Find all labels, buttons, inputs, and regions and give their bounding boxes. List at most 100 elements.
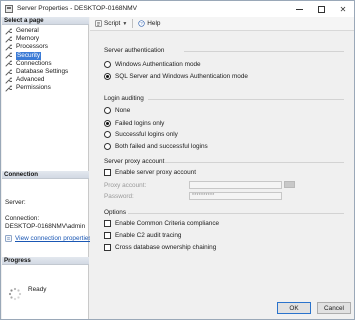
checkbox-label: Cross database ownership chaining	[115, 243, 217, 251]
page-item-advanced[interactable]: Advanced	[2, 76, 89, 84]
page-item-processors[interactable]: Processors	[2, 43, 89, 51]
checkbox-indicator	[104, 243, 111, 251]
section-divider	[164, 162, 344, 163]
view-connection-properties-link[interactable]: View connection properties	[5, 235, 92, 242]
window-title: Server Properties - DESKTOP-0168NMV	[17, 5, 138, 12]
radio-indicator	[104, 72, 111, 80]
chevron-down-icon: ▼	[122, 20, 128, 27]
properties-icon	[5, 235, 12, 242]
maximize-icon	[317, 5, 325, 13]
password-label: Password:	[104, 193, 134, 200]
script-button[interactable]: Script ▼	[95, 20, 129, 27]
progress-status: Ready	[28, 286, 47, 293]
progress-header: Progress	[2, 257, 89, 265]
wrench-icon	[5, 52, 12, 59]
title-bar[interactable]: Server Properties - DESKTOP-0168NMV ✕	[1, 1, 354, 17]
close-button[interactable]: ✕	[332, 1, 354, 17]
server-auth-title: Server authentication	[104, 47, 165, 54]
radio-audit-none[interactable]: None	[104, 106, 130, 114]
wrench-icon	[5, 44, 12, 51]
app-icon	[5, 5, 13, 13]
radio-indicator	[104, 106, 111, 114]
page-item-general[interactable]: General	[2, 27, 89, 35]
checkbox-cross-db-chaining[interactable]: Cross database ownership chaining	[104, 243, 216, 251]
checkbox-c2-audit[interactable]: Enable C2 audit tracing	[104, 231, 181, 239]
radio-indicator	[104, 142, 111, 150]
minimize-button[interactable]	[288, 1, 310, 17]
minimize-icon	[295, 8, 303, 10]
cancel-button[interactable]: Cancel	[317, 302, 351, 314]
radio-audit-both[interactable]: Both failed and successful logins	[104, 142, 208, 150]
page-label: General	[16, 27, 39, 34]
help-icon: ?	[138, 20, 145, 27]
radio-label: Successful logins only	[115, 130, 178, 138]
page-label: Advanced	[16, 76, 45, 84]
help-label: Help	[147, 20, 161, 27]
connection-value: DESKTOP-0168NMV\admin	[5, 223, 86, 230]
script-icon	[95, 20, 102, 27]
server-label: Server:	[5, 199, 26, 206]
radio-indicator	[104, 130, 111, 138]
radio-label: None	[115, 106, 131, 114]
left-pane: Select a page General Memory Processors …	[2, 17, 92, 319]
proxy-account-input[interactable]	[189, 181, 282, 189]
radio-audit-successful[interactable]: Successful logins only	[104, 130, 178, 138]
page-label: Connections	[16, 59, 52, 67]
toolbar-separator	[132, 19, 134, 28]
options-title: Options	[104, 209, 127, 216]
wrench-icon	[5, 69, 12, 76]
server-properties-window: Server Properties - DESKTOP-0168NMV ✕ Se…	[0, 0, 355, 320]
checkbox-enable-proxy[interactable]: Enable server proxy account	[104, 168, 196, 176]
help-button[interactable]: ? Help	[138, 20, 160, 27]
proxy-account-label: Proxy account:	[104, 182, 147, 189]
connection-label: Connection:	[5, 215, 40, 222]
security-page: Server authentication Windows Authentica…	[90, 31, 354, 299]
page-item-permissions[interactable]: Permissions	[2, 84, 89, 92]
page-item-connections[interactable]: Connections	[2, 60, 89, 68]
login-auditing-title: Login auditing	[104, 95, 144, 102]
page-item-database-settings[interactable]: Database Settings	[2, 68, 89, 76]
ok-button[interactable]: OK	[277, 302, 311, 314]
close-icon: ✕	[339, 4, 347, 14]
radio-windows-auth[interactable]: Windows Authentication mode	[104, 60, 201, 68]
spinner-icon	[8, 287, 22, 301]
wrench-icon	[5, 60, 12, 67]
view-connection-properties-text[interactable]: View connection properties	[15, 235, 92, 242]
connection-info: Server: Connection: DESKTOP-0168NMV\admi…	[5, 199, 92, 242]
page-label: Permissions	[16, 84, 51, 92]
wrench-icon	[5, 28, 12, 35]
checkbox-indicator	[104, 168, 111, 176]
password-input[interactable]: **********	[189, 192, 282, 200]
radio-label: Both failed and successful logins	[115, 142, 208, 150]
page-item-security[interactable]: Security	[2, 51, 89, 60]
checkbox-common-criteria[interactable]: Enable Common Criteria compliance	[104, 219, 219, 227]
page-label: Memory	[16, 35, 40, 43]
page-label: Security	[16, 51, 42, 60]
checkbox-label: Enable server proxy account	[115, 168, 196, 176]
wrench-icon	[5, 36, 12, 43]
radio-label: SQL Server and Windows Authentication mo…	[115, 72, 248, 80]
page-list: General Memory Processors Security Conne…	[2, 27, 89, 93]
radio-indicator	[104, 60, 111, 68]
checkbox-label: Enable Common Criteria compliance	[115, 219, 220, 227]
section-divider	[128, 213, 344, 214]
connection-header: Connection	[2, 171, 89, 179]
section-divider	[148, 99, 344, 100]
radio-indicator	[104, 119, 111, 127]
checkbox-indicator	[104, 219, 111, 227]
select-page-header: Select a page	[2, 17, 89, 25]
wrench-icon	[5, 85, 12, 92]
page-item-memory[interactable]: Memory	[2, 35, 89, 43]
radio-audit-failed[interactable]: Failed logins only	[104, 119, 164, 127]
maximize-button[interactable]	[310, 1, 332, 17]
script-label: Script	[104, 20, 121, 27]
proxy-browse-button[interactable]	[284, 181, 295, 188]
radio-label: Windows Authentication mode	[115, 60, 201, 68]
section-divider	[184, 51, 344, 52]
toolbar: Script ▼ ? Help	[90, 17, 354, 31]
proxy-title: Server proxy account	[104, 158, 165, 165]
radio-mixed-auth[interactable]: SQL Server and Windows Authentication mo…	[104, 72, 248, 80]
page-label: Processors	[16, 43, 48, 51]
checkbox-indicator	[104, 231, 111, 239]
wrench-icon	[5, 77, 12, 84]
